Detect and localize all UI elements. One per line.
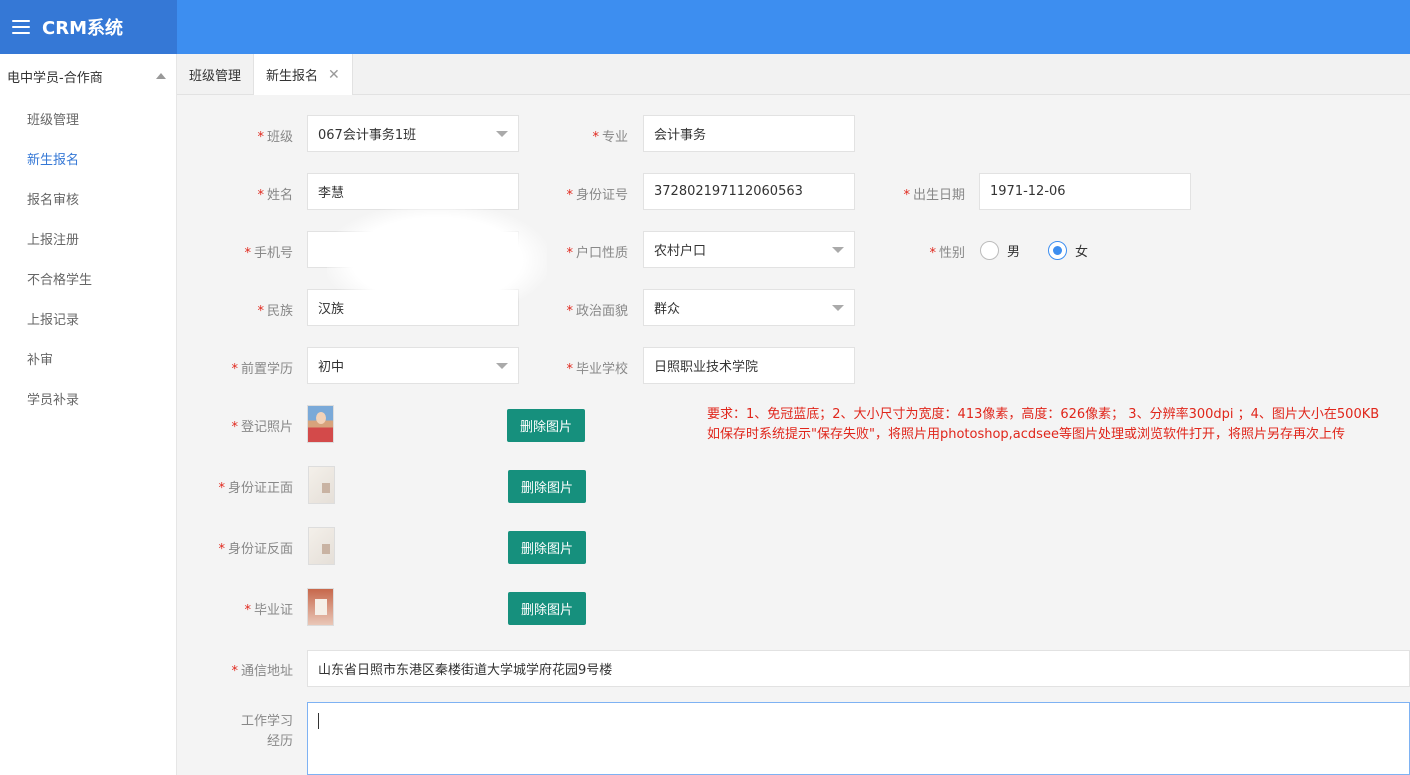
experience-label: 工作学习 经历 [217, 712, 293, 752]
id-number-value: 372802197112060563 [654, 184, 803, 199]
tab-class-management[interactable]: 班级管理 [177, 54, 253, 94]
id-number-field[interactable]: 372802197112060563 [643, 173, 855, 210]
sidebar-group-label: 电中学员-合作商 [7, 70, 103, 86]
tab-label: 班级管理 [189, 68, 242, 84]
address-label: * 通信地址 [231, 664, 293, 679]
prior-edu-value: 初中 [318, 360, 345, 375]
grad-school-field[interactable]: 日照职业技术学院 [643, 347, 855, 384]
class-value: 067会计事务1班 [318, 128, 417, 143]
redaction-blur [327, 205, 547, 315]
chevron-down-icon [496, 131, 508, 137]
gender-female-label: 女 [1075, 245, 1089, 260]
sidebar-item-student-backfill[interactable]: 学员补录 [0, 378, 176, 418]
chevron-up-icon [156, 73, 166, 79]
sidebar-group[interactable]: 电中学员-合作商 [0, 54, 176, 98]
sidebar-item-unqualified-students[interactable]: 不合格学生 [0, 258, 176, 298]
id-front-label: * 身份证正面 [218, 481, 293, 496]
political-value: 群众 [654, 302, 681, 317]
sidebar-item-new-enrollment[interactable]: 新生报名 [0, 138, 176, 178]
app-brand: CRM系统 [0, 0, 177, 54]
radio-checked-icon [1048, 241, 1067, 260]
gender-label: * 性别 [929, 246, 965, 261]
hukou-value: 农村户口 [654, 244, 707, 259]
id-front-thumbnail[interactable] [308, 466, 335, 504]
notice-line-2: 如保存时系统提示"保存失败"，将照片用photoshop,acdsee等图片处理… [707, 427, 1345, 442]
experience-label-line-1: 工作学习 [240, 714, 293, 729]
class-select[interactable]: 067会计事务1班 [307, 115, 519, 152]
birth-date-value: 1971-12-06 [990, 184, 1066, 199]
prior-edu-label: * 前置学历 [231, 362, 293, 377]
ethnicity-label: * 民族 [257, 304, 293, 319]
gender-female-radio[interactable]: 女 [1048, 241, 1088, 260]
photo-thumbnail[interactable] [307, 405, 334, 443]
major-value: 会计事务 [654, 128, 707, 143]
experience-label-line-2: 经历 [266, 734, 293, 749]
gender-male-radio[interactable]: 男 [980, 241, 1020, 260]
name-label: * 姓名 [257, 188, 293, 203]
major-field[interactable]: 会计事务 [643, 115, 855, 152]
delete-id-front-button[interactable]: 删除图片 [508, 470, 586, 503]
enrollment-form: * 班级 067会计事务1班 * 专业 会计事务 * 姓名 李慧 * 身份证号 3728… [177, 95, 1410, 775]
delete-diploma-button[interactable]: 删除图片 [508, 592, 586, 625]
photo-label: * 登记照片 [231, 420, 293, 435]
political-label: * 政治面貌 [566, 304, 628, 319]
delete-id-back-button[interactable]: 删除图片 [508, 531, 586, 564]
tab-new-enrollment[interactable]: 新生报名 ✕ [253, 54, 353, 95]
birth-date-label: * 出生日期 [903, 188, 965, 203]
close-icon[interactable]: ✕ [328, 67, 340, 83]
id-back-label: * 身份证反面 [218, 542, 293, 557]
political-select[interactable]: 群众 [643, 289, 855, 326]
top-bar [0, 0, 1410, 54]
hukou-select[interactable]: 农村户口 [643, 231, 855, 268]
menu-icon[interactable] [12, 20, 30, 34]
gender-male-label: 男 [1007, 245, 1021, 260]
grad-school-value: 日照职业技术学院 [654, 360, 759, 375]
notice-line-1: 要求：1、免冠蓝底；2、大小尺寸为宽度：413像素，高度：626像素； 3、分辨… [707, 407, 1380, 422]
sidebar: 电中学员-合作商 班级管理 新生报名 报名审核 上报注册 不合格学生 上报记录 … [0, 54, 177, 775]
sidebar-item-enrollment-review[interactable]: 报名审核 [0, 178, 176, 218]
major-label: * 专业 [592, 130, 628, 145]
chevron-down-icon [832, 247, 844, 253]
sidebar-item-supplementary-review[interactable]: 补审 [0, 338, 176, 378]
id-back-thumbnail[interactable] [308, 527, 335, 565]
diploma-label: * 毕业证 [244, 603, 293, 618]
radio-unchecked-icon [980, 241, 999, 260]
prior-edu-select[interactable]: 初中 [307, 347, 519, 384]
diploma-thumbnail[interactable] [307, 588, 334, 626]
photo-requirements-notice: 要求：1、免冠蓝底；2、大小尺寸为宽度：413像素，高度：626像素； 3、分辨… [707, 405, 1410, 445]
chevron-down-icon [832, 305, 844, 311]
tab-bar: 班级管理 新生报名 ✕ [177, 54, 1410, 95]
chevron-down-icon [496, 363, 508, 369]
name-value: 李慧 [318, 186, 345, 201]
id-number-label: * 身份证号 [566, 188, 628, 203]
sidebar-item-class-management[interactable]: 班级管理 [0, 98, 176, 138]
hukou-label: * 户口性质 [566, 246, 628, 261]
birth-date-field[interactable]: 1971-12-06 [979, 173, 1191, 210]
grad-school-label: * 毕业学校 [566, 362, 628, 377]
tab-label: 新生报名 [266, 69, 319, 84]
text-cursor [318, 713, 319, 729]
sidebar-item-report-records[interactable]: 上报记录 [0, 298, 176, 338]
app-title: CRM系统 [42, 18, 123, 39]
sidebar-item-report-registration[interactable]: 上报注册 [0, 218, 176, 258]
class-label: * 班级 [257, 130, 293, 145]
delete-photo-button[interactable]: 删除图片 [507, 409, 585, 442]
address-field[interactable]: 山东省日照市东港区秦楼街道大学城学府花园9号楼 [307, 650, 1410, 687]
address-value: 山东省日照市东港区秦楼街道大学城学府花园9号楼 [318, 663, 613, 678]
phone-label: * 手机号 [244, 246, 293, 261]
experience-textarea[interactable] [307, 702, 1410, 775]
